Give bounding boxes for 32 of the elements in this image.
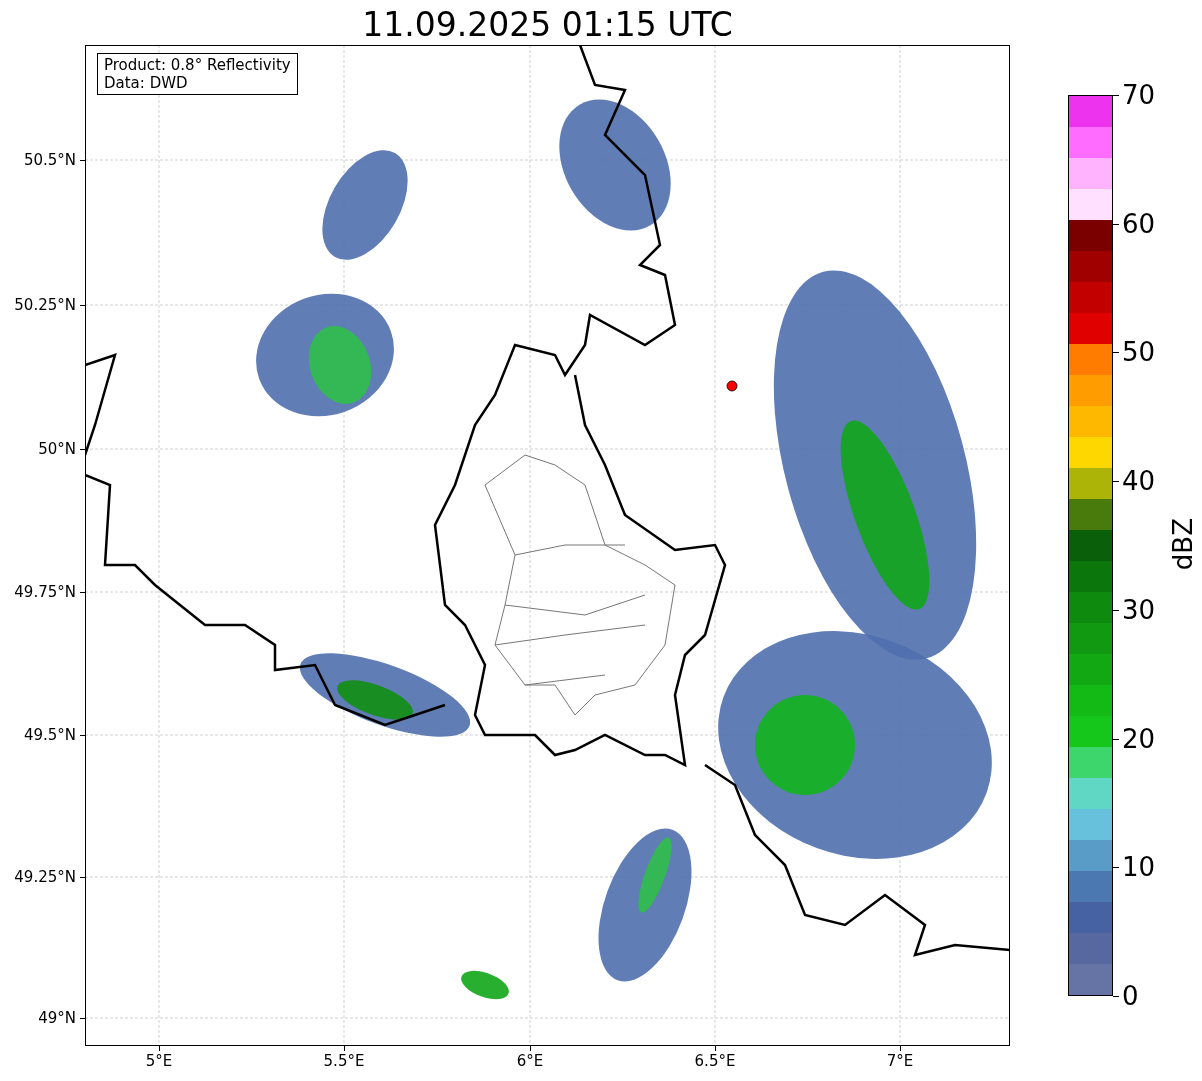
latitude-label: 49°N: [38, 1009, 76, 1027]
longitude-label: 7°E: [885, 1052, 915, 1070]
longitude-label: 5.5°E: [322, 1052, 366, 1070]
latitude-label: 50.5°N: [23, 151, 76, 169]
tick-mark: [1113, 95, 1119, 96]
longitude-label: 6.5°E: [693, 1052, 737, 1070]
latitude-label: 49.5°N: [23, 726, 76, 744]
colorbar-tick-label: 20: [1122, 723, 1156, 754]
tick-mark: [1113, 609, 1119, 611]
tick-mark: [1113, 996, 1119, 997]
info-text: Data: DWD: [104, 74, 189, 92]
colorbar-tick-label: 60: [1122, 208, 1156, 239]
colorbar-tick-label: 70: [1122, 80, 1156, 110]
colorbar-tick-label: 0: [1122, 981, 1139, 1011]
latitude-label: 49.25°N: [14, 868, 76, 886]
colorbar-tick-label: 10: [1122, 852, 1156, 883]
colorbar-tick-label: 30: [1122, 594, 1156, 625]
chart-title: 11.09.2025 01:15 UTC: [361, 4, 734, 46]
longitude-label: 6°E: [515, 1052, 545, 1070]
tick-mark: [1113, 223, 1119, 225]
latitude-label: 49.75°N: [14, 583, 76, 601]
colorbar-tick-label: 40: [1122, 466, 1156, 497]
longitude-label: 5°E: [144, 1052, 174, 1070]
tick-mark: [1113, 867, 1119, 869]
tick-mark: [1113, 481, 1119, 483]
latitude-label: 50.25°N: [14, 296, 76, 314]
tick-mark: [1113, 738, 1119, 740]
colorbar-tick-label: 50: [1122, 337, 1156, 368]
info-text: Product: 0.8° Reflectivity: [104, 56, 291, 74]
latitude-label: 50°N: [38, 440, 76, 458]
colorbar-label: dBZ: [1168, 518, 1198, 571]
tick-mark: [1113, 352, 1119, 354]
